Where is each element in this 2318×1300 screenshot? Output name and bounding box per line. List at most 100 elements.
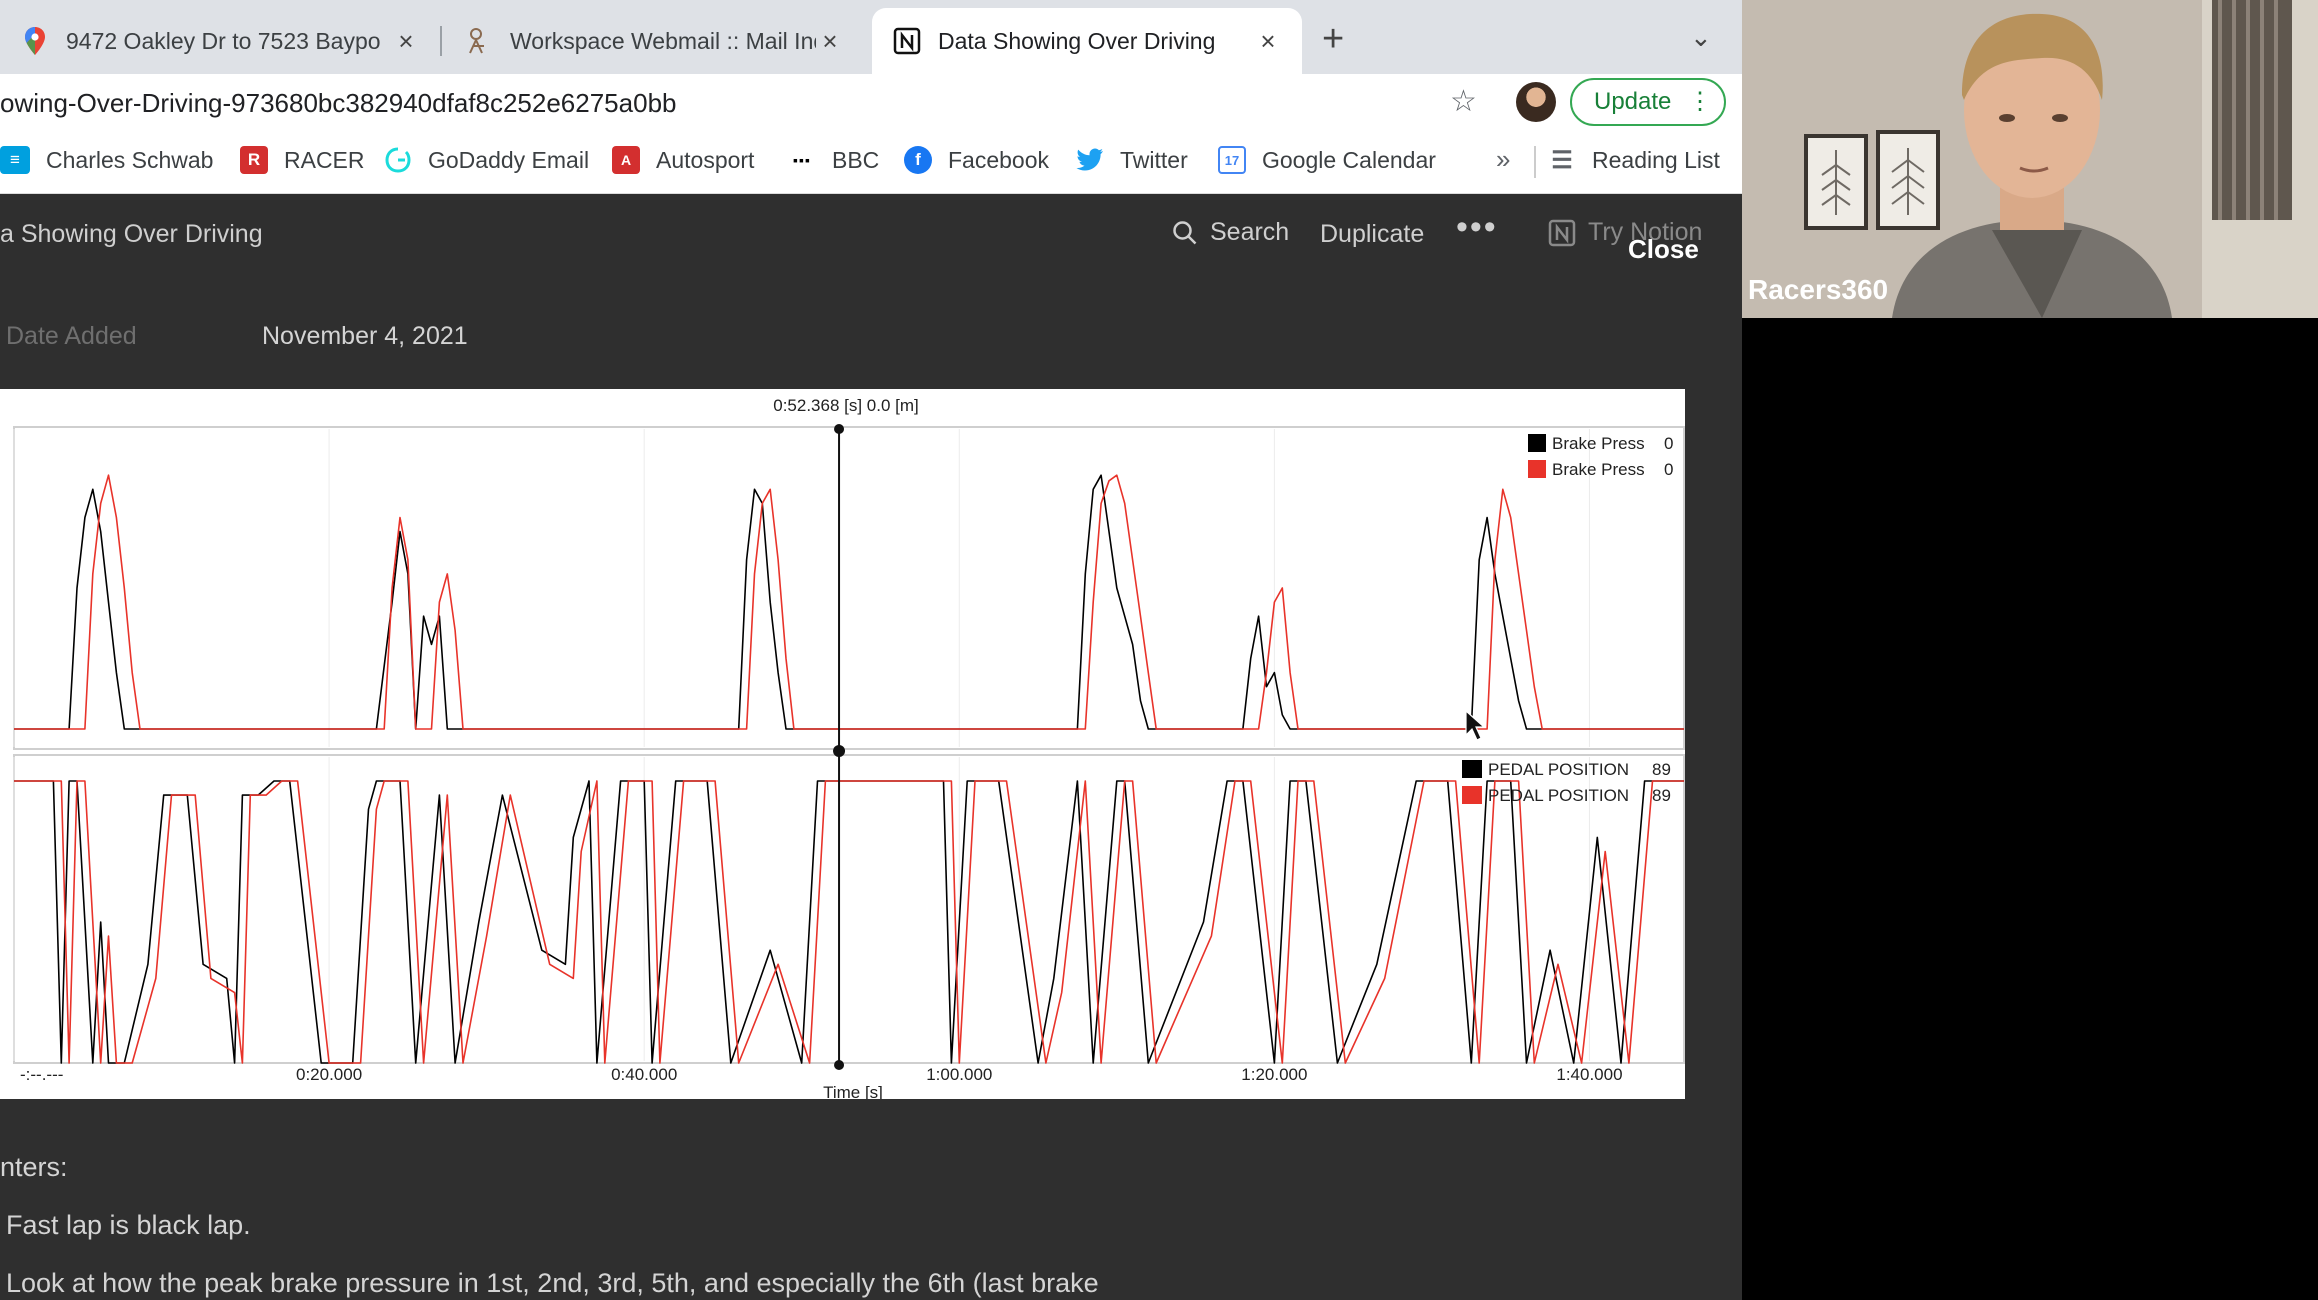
x-tick-label: 0:20.000 xyxy=(296,1065,362,1084)
bookmark-label: Facebook xyxy=(948,146,1050,173)
chart-title: 0:52.368 [s] 0.0 [m] xyxy=(773,396,919,415)
notes-heading: nters: xyxy=(0,1152,68,1182)
close-button[interactable]: Close xyxy=(1628,234,1699,265)
property-label: Date Added xyxy=(6,322,137,350)
new-tab-button[interactable]: + xyxy=(1322,20,1344,58)
x-tick-label: 0:40.000 xyxy=(611,1065,677,1084)
legend-swatch xyxy=(1462,760,1482,778)
calendar-icon: 17 xyxy=(1218,146,1246,174)
bookmark-label: Twitter xyxy=(1120,146,1188,173)
x-tick-label: 1:20.000 xyxy=(1241,1065,1307,1084)
webcam-scene xyxy=(1742,0,2318,318)
tab-title: Data Showing Over Driving xyxy=(938,27,1216,54)
close-icon[interactable]: × xyxy=(1254,26,1282,57)
more-options-icon[interactable]: ••• xyxy=(1456,208,1498,247)
notion-icon xyxy=(892,26,922,56)
tab-maps[interactable]: 9472 Oakley Dr to 7523 Baypo × xyxy=(0,8,440,74)
bookmark-label: RACER xyxy=(284,146,365,173)
maps-pin-icon xyxy=(20,26,50,56)
tab-title: Workspace Webmail :: Mail Ind xyxy=(510,27,816,54)
legend-swatch xyxy=(1528,460,1546,478)
x-axis-label: Time [s] xyxy=(823,1083,883,1099)
legend-value: 89 xyxy=(1652,760,1671,779)
pedal-panel xyxy=(13,754,1685,1064)
legend-value: 89 xyxy=(1652,786,1671,805)
search-label: Search xyxy=(1210,218,1290,246)
bookmark-label: Google Calendar xyxy=(1262,146,1436,173)
bookmark-racer[interactable]: R RACER xyxy=(240,146,365,174)
bookmark-label: Autosport xyxy=(656,146,755,173)
tab-search-icon[interactable]: ⌄ xyxy=(1690,22,1712,53)
search-button[interactable]: Search xyxy=(1172,218,1289,247)
legend-swatch xyxy=(1528,434,1546,452)
notion-page: a Showing Over Driving Search Duplicate … xyxy=(0,194,1742,1300)
webmail-icon xyxy=(464,26,494,56)
address-bar[interactable]: owing-Over-Driving-973680bc382940dfaf8c2… xyxy=(0,88,676,119)
property-value[interactable]: November 4, 2021 xyxy=(262,322,468,351)
bookmarks-separator xyxy=(1534,146,1536,178)
bookmark-label: BBC xyxy=(832,146,880,173)
bookmark-charles-schwab[interactable]: ≡ Charles Schwab xyxy=(0,146,213,174)
facebook-icon: f xyxy=(904,146,932,174)
update-button[interactable]: Update ⋮ xyxy=(1570,78,1726,126)
legend-label: PEDAL POSITION xyxy=(1488,786,1629,805)
racer-icon: R xyxy=(240,146,268,174)
bookmarks-bar: ≡ Charles Schwab R RACER GoDaddy Email A… xyxy=(0,130,1742,194)
cursor-handle-bottom[interactable] xyxy=(834,1060,845,1070)
update-label: Update xyxy=(1594,88,1672,115)
x-tick-label: -:--.--- xyxy=(20,1065,63,1084)
bookmark-facebook[interactable]: f Facebook xyxy=(904,146,1049,174)
tab-webmail[interactable]: Workspace Webmail :: Mail Ind × xyxy=(444,8,864,74)
x-axis: -:--.--- 0:20.000 0:40.000 1:00.000 1:20.000… xyxy=(20,1065,1623,1084)
bookmark-label: Charles Schwab xyxy=(46,146,214,173)
close-icon[interactable]: × xyxy=(392,26,420,57)
legend-swatch xyxy=(1462,786,1482,804)
note-bullet: Fast lap is black lap. xyxy=(6,1210,251,1240)
search-icon xyxy=(1172,220,1198,246)
page-breadcrumb[interactable]: a Showing Over Driving xyxy=(0,220,263,249)
telemetry-chart: 0:52.368 [s] 0.0 [m] Brake Press 0 Brake… xyxy=(0,389,1685,1099)
brake-panel xyxy=(13,426,1685,750)
legend-value: 0 xyxy=(1664,434,1673,453)
webcam-video: Racers360 xyxy=(1742,0,2318,318)
reading-list-icon: ☰ xyxy=(1551,146,1573,174)
bookmark-bbc[interactable]: ▪▪▪ BBC xyxy=(788,146,879,174)
tab-title: 9472 Oakley Dr to 7523 Baypo xyxy=(66,27,381,54)
legend-value: 0 xyxy=(1664,460,1673,479)
bookmark-label: GoDaddy Email xyxy=(428,146,590,173)
autosport-icon: A xyxy=(612,146,640,174)
cursor-handle-mid[interactable] xyxy=(833,745,846,757)
x-tick-label: 1:40.000 xyxy=(1556,1065,1622,1084)
bookmarks-overflow-icon[interactable]: » xyxy=(1496,144,1510,175)
reading-list-button[interactable]: ☰ Reading List xyxy=(1548,146,1720,174)
notion-icon xyxy=(1548,219,1576,247)
close-icon[interactable]: × xyxy=(816,26,844,57)
tab-notion-active[interactable]: Data Showing Over Driving × xyxy=(872,8,1302,74)
bookmark-godaddy[interactable]: GoDaddy Email xyxy=(384,146,589,174)
legend-label: Brake Press xyxy=(1552,460,1645,479)
telemetry-chart-svg: 0:52.368 [s] 0.0 [m] Brake Press 0 Brake… xyxy=(13,396,1685,1099)
x-tick-label: 1:00.000 xyxy=(926,1065,992,1084)
bookmark-star-icon[interactable]: ☆ xyxy=(1450,84,1477,119)
cursor-handle-top[interactable] xyxy=(834,424,845,434)
profile-avatar[interactable] xyxy=(1516,82,1556,122)
tab-separator xyxy=(440,26,442,56)
bbc-icon: ▪▪▪ xyxy=(793,152,811,168)
bookmark-twitter[interactable]: Twitter xyxy=(1076,146,1188,174)
bookmark-autosport[interactable]: A Autosport xyxy=(612,146,754,174)
note-bullet: Look at how the peak brake pressure in 1… xyxy=(6,1268,1099,1298)
godaddy-icon xyxy=(384,146,412,174)
twitter-icon xyxy=(1076,146,1104,174)
address-toolbar: owing-Over-Driving-973680bc382940dfaf8c2… xyxy=(0,74,1742,130)
browser-window: 9472 Oakley Dr to 7523 Baypo × Workspace… xyxy=(0,0,1742,1300)
duplicate-button[interactable]: Duplicate xyxy=(1320,220,1424,249)
schwab-icon: ≡ xyxy=(0,146,30,174)
participant-name: Racers360 xyxy=(1748,274,1889,305)
tab-strip: 9472 Oakley Dr to 7523 Baypo × Workspace… xyxy=(0,0,1742,74)
webcam-empty-area xyxy=(1742,318,2318,1300)
legend-label: PEDAL POSITION xyxy=(1488,760,1629,779)
legend-label: Brake Press xyxy=(1552,434,1645,453)
kebab-menu-icon: ⋮ xyxy=(1688,88,1712,115)
reading-list-label: Reading List xyxy=(1592,146,1720,173)
bookmark-google-calendar[interactable]: 17 Google Calendar xyxy=(1218,146,1436,174)
